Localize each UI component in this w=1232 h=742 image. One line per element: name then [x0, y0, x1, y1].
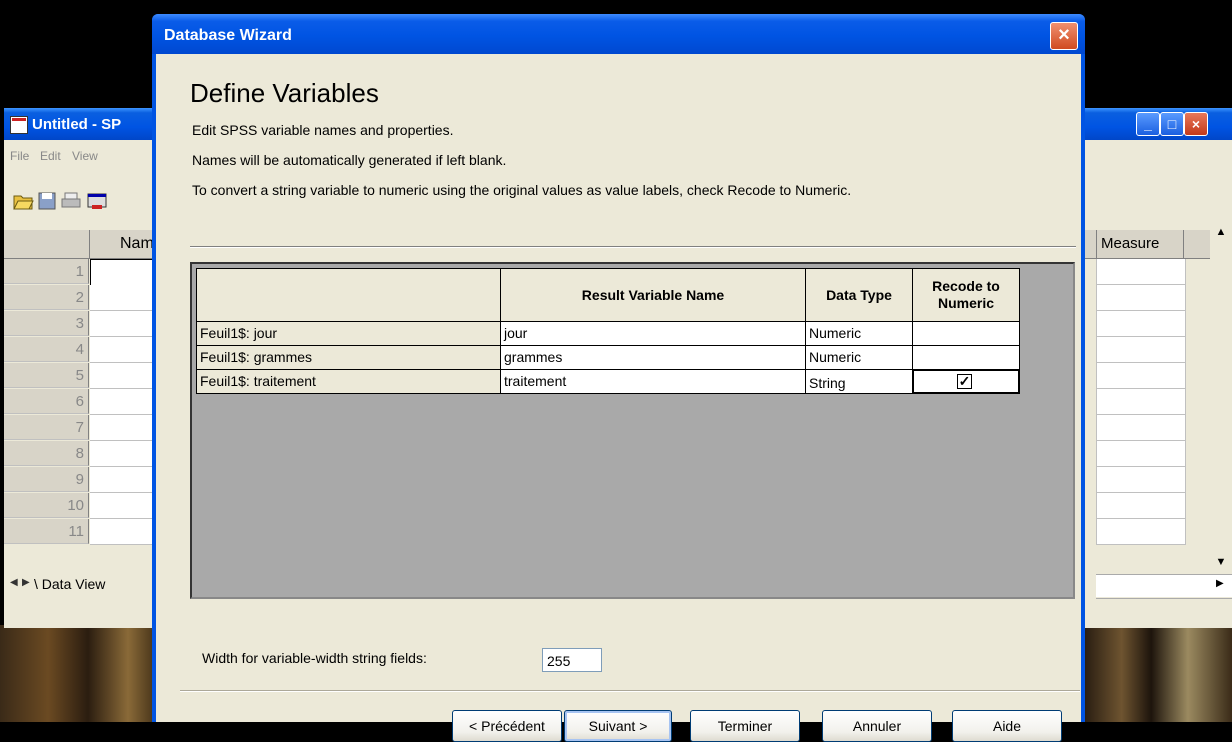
description-line: To convert a string variable to numeric …: [192, 182, 852, 198]
scroll-down-icon[interactable]: ▼: [1213, 556, 1229, 572]
spss-toolbar: [4, 190, 154, 218]
vertical-scrollbar[interactable]: ▲ ▼: [1210, 224, 1232, 574]
row-number[interactable]: 6: [4, 389, 89, 414]
data-type-cell[interactable]: Numeric: [805, 321, 913, 346]
menu-file[interactable]: File: [10, 149, 29, 163]
row-number[interactable]: 1: [4, 259, 89, 284]
source-variable-cell: Feuil1$: jour: [196, 321, 501, 346]
recode-to-numeric-checkbox[interactable]: ✓: [957, 374, 972, 389]
grid-corner: [4, 230, 90, 258]
column-header-data-type[interactable]: Data Type: [805, 268, 913, 322]
column-header-measure[interactable]: Measure: [1096, 230, 1184, 258]
grid-cell[interactable]: [1096, 259, 1186, 285]
grid-cell[interactable]: [1096, 493, 1186, 519]
minimize-icon[interactable]: _: [1136, 112, 1160, 136]
variables-table: Result Variable Name Data Type Recode to…: [190, 262, 1075, 599]
width-field-label: Width for variable-width string fields:: [202, 650, 427, 666]
column-header-source: [196, 268, 501, 322]
grid-cell[interactable]: [1096, 415, 1186, 441]
grid-cell[interactable]: [90, 467, 160, 493]
database-wizard-dialog: Database Wizard × Define Variables Edit …: [152, 14, 1085, 742]
previous-button[interactable]: < Précédent: [452, 710, 562, 742]
scroll-right-icon[interactable]: ▶: [1216, 578, 1224, 589]
grid-cell[interactable]: [1096, 441, 1186, 467]
grid-cell[interactable]: [1096, 337, 1186, 363]
description-line: Edit SPSS variable names and properties.: [192, 122, 454, 138]
row-number[interactable]: 9: [4, 467, 89, 492]
tab-prev-icon[interactable]: ◀: [10, 577, 18, 588]
row-number[interactable]: 3: [4, 311, 89, 336]
row-number[interactable]: 8: [4, 441, 89, 466]
grid-cell[interactable]: [1096, 389, 1186, 415]
description-line: Names will be automatically generated if…: [192, 152, 507, 168]
dialog-title-bar: Database Wizard ×: [152, 14, 1085, 54]
sheet-tabs: ◀ ▶ \ Data View: [4, 574, 164, 596]
next-button[interactable]: Suivant >: [564, 710, 672, 742]
result-name-input[interactable]: traitement: [500, 369, 806, 394]
row-number[interactable]: 4: [4, 337, 89, 362]
desktop-wallpaper: [0, 625, 160, 722]
grid-cell[interactable]: [90, 415, 160, 441]
print-icon[interactable]: [60, 190, 82, 212]
grid-cell[interactable]: [90, 389, 160, 415]
grid-cell[interactable]: [90, 285, 160, 311]
dialog-body: Define Variables Edit SPSS variable name…: [156, 54, 1081, 742]
separator: [180, 690, 1080, 692]
recode-cell[interactable]: ✓: [912, 369, 1020, 394]
page-title: Define Variables: [190, 78, 379, 108]
row-number[interactable]: 5: [4, 363, 89, 388]
dialog-recall-icon[interactable]: [86, 190, 108, 212]
maximize-icon[interactable]: □: [1160, 112, 1184, 136]
grid-cell[interactable]: [90, 311, 160, 337]
desktop-wallpaper: [1085, 628, 1232, 722]
help-button[interactable]: Aide: [952, 710, 1062, 742]
spss-app-icon: [10, 116, 28, 134]
grid-cell[interactable]: [1096, 363, 1186, 389]
result-name-input[interactable]: jour: [500, 321, 806, 346]
tab-data-view-label: Data View: [41, 576, 106, 592]
grid-cell[interactable]: [90, 441, 160, 467]
column-header-recode[interactable]: Recode to Numeric: [912, 268, 1020, 322]
dialog-title: Database Wizard: [164, 27, 292, 44]
grid-cell[interactable]: [90, 363, 160, 389]
finish-button[interactable]: Terminer: [690, 710, 800, 742]
recode-cell[interactable]: [912, 321, 1020, 346]
row-number[interactable]: 10: [4, 493, 89, 518]
recode-cell[interactable]: [912, 345, 1020, 370]
menu-edit[interactable]: Edit: [40, 149, 61, 163]
data-type-cell[interactable]: String: [805, 369, 913, 394]
grid-cell[interactable]: [1096, 311, 1186, 337]
separator: [190, 246, 1076, 248]
grid-cell[interactable]: [90, 493, 160, 519]
column-header-result-name[interactable]: Result Variable Name: [500, 268, 806, 322]
grid-cell[interactable]: [90, 519, 160, 545]
data-type-cell[interactable]: Numeric: [805, 345, 913, 370]
scroll-up-icon[interactable]: ▲: [1213, 226, 1229, 242]
save-icon[interactable]: [36, 190, 58, 212]
row-number[interactable]: 2: [4, 285, 89, 310]
source-variable-cell: Feuil1$: traitement: [196, 369, 501, 394]
source-variable-cell: Feuil1$: grammes: [196, 345, 501, 370]
cancel-button[interactable]: Annuler: [822, 710, 932, 742]
tab-next-icon[interactable]: ▶: [22, 577, 30, 588]
tab-data-view[interactable]: \ Data View: [34, 576, 105, 592]
row-number[interactable]: 11: [4, 519, 89, 544]
close-icon[interactable]: ×: [1184, 112, 1208, 136]
row-number[interactable]: 7: [4, 415, 89, 440]
grid-cell[interactable]: [1096, 285, 1186, 311]
grid-cell[interactable]: [90, 337, 160, 363]
close-icon[interactable]: ×: [1050, 22, 1078, 50]
result-name-input[interactable]: grammes: [500, 345, 806, 370]
grid-cell[interactable]: [1096, 467, 1186, 493]
column-header-name[interactable]: Nam: [90, 230, 160, 258]
grid-cell[interactable]: [1096, 519, 1186, 545]
menu-view[interactable]: View: [72, 149, 98, 163]
status-bar: [1096, 598, 1232, 627]
string-width-input[interactable]: 255: [542, 648, 602, 672]
open-folder-icon[interactable]: [12, 190, 34, 212]
spss-window-title: Untitled - SP: [32, 116, 122, 133]
horizontal-scrollbar[interactable]: ▶: [1096, 574, 1232, 597]
